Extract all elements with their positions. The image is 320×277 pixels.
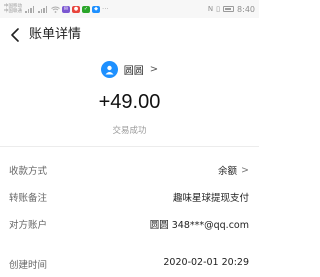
chevron-right-icon: > — [149, 63, 159, 75]
nfc-icon: N — [207, 5, 214, 13]
detail-label: 对方账户 — [9, 220, 48, 231]
user-icon — [105, 65, 114, 74]
battery-icon — [223, 6, 235, 12]
detail-row-account: 对方账户 圆圆 348***@qq.com — [0, 214, 259, 234]
detail-value: 趣味星球提现支付 — [172, 193, 249, 204]
notification-icon-2: ● — [72, 5, 80, 13]
detail-label: 创建时间 — [9, 260, 48, 271]
notification-icon-1: ✉ — [62, 5, 70, 13]
detail-value: 2020-02-01 20:29 — [163, 257, 249, 268]
divider — [0, 146, 259, 147]
status-bar-left: 中国移动 中国联通 ✉ ● ✓ ◆ ··· — [4, 1, 109, 17]
payee-name: 圆圆 — [123, 65, 144, 77]
notification-icon-4: ◆ — [92, 5, 100, 13]
transaction-status: 交易成功 — [112, 126, 147, 136]
detail-row-payment-method[interactable]: 收款方式 余额 > — [0, 160, 259, 180]
nav-bar: 账单详情 — [0, 20, 259, 50]
payee-link[interactable]: 圆圆 > — [0, 59, 259, 79]
detail-value: 圆圆 348***@qq.com — [149, 220, 249, 231]
payment-method-value: 余额 — [218, 166, 238, 177]
chevron-right-icon: > — [241, 164, 249, 176]
carrier-bottom: 中国联通 — [4, 9, 22, 14]
signal-icon-2 — [38, 5, 47, 13]
detail-row-remark: 转账备注 趣味星球提现支付 — [0, 187, 259, 207]
detail-label: 转账备注 — [9, 193, 48, 204]
signal-icon — [25, 5, 34, 13]
detail-row-created-time: 创建时间 2020-02-01 20:29 — [0, 254, 259, 274]
page-title: 账单详情 — [29, 27, 82, 42]
detail-value: 余额 > — [218, 163, 249, 178]
clock: 8:40 — [237, 4, 255, 14]
status-bar: 中国移动 中国联通 ✉ ● ✓ ◆ ··· N ▯ 8:40 — [0, 0, 259, 18]
avatar — [100, 60, 118, 78]
amount: +49.00 — [98, 91, 161, 113]
back-button[interactable] — [6, 26, 24, 44]
status-bar-right: N ▯ 8:40 — [208, 2, 255, 16]
carrier-labels: 中国移动 中国联通 — [4, 4, 22, 14]
vibrate-icon: ▯ — [216, 5, 221, 13]
detail-label: 收款方式 — [9, 166, 48, 177]
chevron-left-icon — [11, 28, 19, 42]
more-notifications-icon: ··· — [102, 5, 109, 13]
notification-icon-3: ✓ — [82, 5, 90, 13]
wifi-icon — [51, 6, 60, 13]
